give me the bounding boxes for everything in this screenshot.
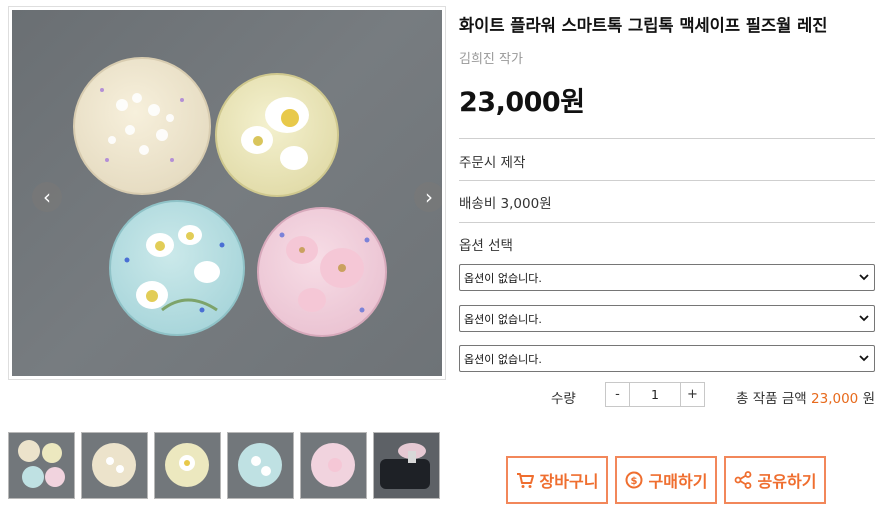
thumbnail-4[interactable]: [227, 432, 294, 499]
cart-icon: [516, 473, 534, 488]
add-to-cart-label: 장바구니: [539, 472, 599, 491]
chevron-down-icon: [859, 315, 869, 322]
chevron-down-icon: [859, 274, 869, 281]
thumbnail-5[interactable]: [300, 432, 367, 499]
thumbnail-image: [238, 443, 282, 487]
thumbnail-image: [165, 443, 209, 487]
product-photo-illustration: [73, 57, 387, 337]
quantity-input[interactable]: 1: [630, 382, 680, 407]
previous-image-button[interactable]: ‹: [32, 182, 62, 212]
made-to-order-text: 주문시 제작: [459, 155, 526, 171]
option-select-1[interactable]: 옵션이 없습니다.: [459, 264, 875, 291]
product-title: 화이트 플라워 스마트톡 그립톡 맥세이프 필즈월 레진: [459, 16, 828, 35]
main-product-image: ‹ ›: [12, 10, 442, 376]
quantity-stepper: - 1 +: [605, 382, 705, 407]
thumbnail-1[interactable]: [8, 432, 75, 499]
quantity-label: 수량: [551, 391, 576, 407]
divider: [459, 138, 875, 139]
quantity-decrease-button[interactable]: -: [605, 382, 630, 407]
coin-icon: $: [625, 471, 643, 489]
thumbnail-image: [311, 443, 355, 487]
option-heading: 옵션 선택: [459, 238, 513, 254]
chevron-down-icon: [859, 355, 869, 362]
shipping-fee-text: 배송비 3,000원: [459, 196, 552, 212]
divider: [459, 222, 875, 223]
share-icon: [734, 471, 751, 489]
chevron-right-icon: ›: [425, 185, 433, 209]
total-price: 총 작품 금액 23,000 원: [736, 387, 875, 407]
thumbnail-image: [374, 433, 439, 498]
product-price: 23,000원: [459, 87, 585, 118]
buy-now-button[interactable]: $ 구매하기: [615, 456, 717, 504]
share-label: 공유하기: [757, 472, 817, 491]
total-price-label: 총 작품 금액: [736, 391, 807, 407]
next-image-button[interactable]: ›: [414, 182, 442, 212]
thumbnail-image: [18, 440, 65, 488]
option-select-value: 옵션이 없습니다.: [464, 352, 542, 366]
chevron-left-icon: ‹: [43, 185, 51, 209]
thumbnail-strip: [8, 432, 440, 499]
thumbnail-image: [92, 443, 136, 487]
svg-text:$: $: [630, 476, 637, 487]
total-price-unit: 원: [862, 391, 875, 407]
artist-name[interactable]: 김희진 작가: [459, 48, 523, 67]
option-select-2[interactable]: 옵션이 없습니다.: [459, 305, 875, 332]
buy-now-label: 구매하기: [648, 472, 708, 491]
option-select-value: 옵션이 없습니다.: [464, 271, 542, 285]
thumbnail-6[interactable]: [373, 432, 440, 499]
main-product-image-frame: ‹ ›: [8, 6, 446, 380]
option-select-value: 옵션이 없습니다.: [464, 312, 542, 326]
thumbnail-2[interactable]: [81, 432, 148, 499]
share-button[interactable]: 공유하기: [724, 456, 826, 504]
quantity-increase-button[interactable]: +: [680, 382, 705, 407]
add-to-cart-button[interactable]: 장바구니: [506, 456, 608, 504]
total-price-amount: 23,000: [811, 391, 859, 407]
option-select-3[interactable]: 옵션이 없습니다.: [459, 345, 875, 372]
divider: [459, 180, 875, 181]
thumbnail-3[interactable]: [154, 432, 221, 499]
